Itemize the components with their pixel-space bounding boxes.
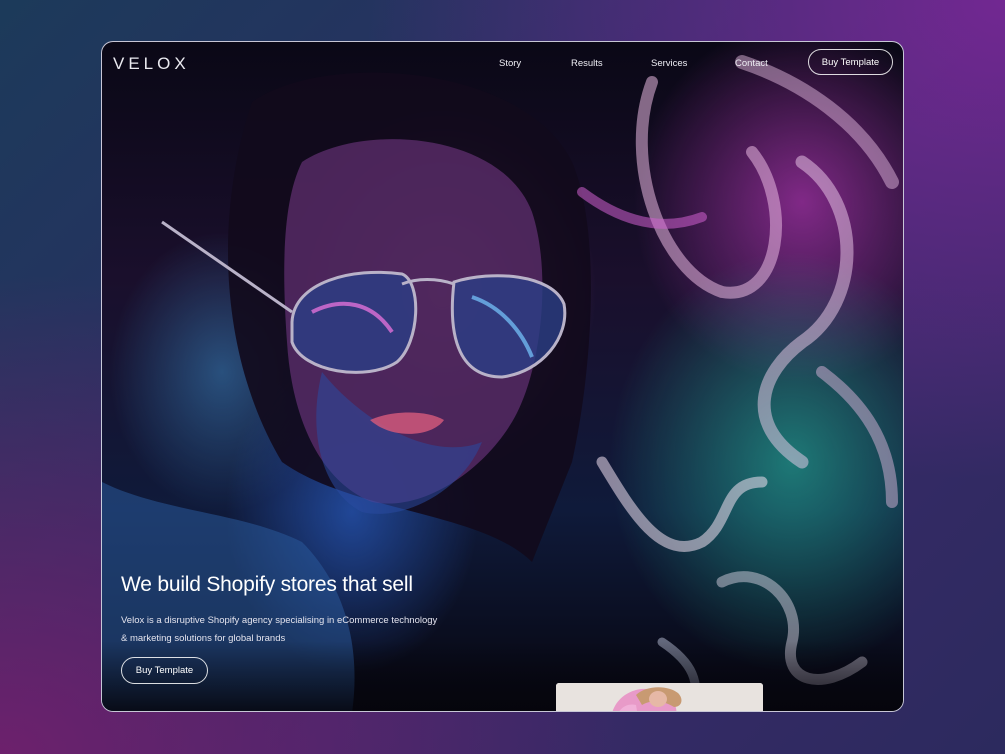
hero-subtitle-line-1: Velox is a disruptive Shopify agency spe… <box>121 615 438 626</box>
preview-photo <box>556 683 763 711</box>
brand-logo[interactable]: VELOX <box>113 54 190 74</box>
nav-link-results[interactable]: Results <box>571 58 603 69</box>
bottom-fade <box>102 641 903 711</box>
nav-link-services[interactable]: Services <box>651 58 687 69</box>
hero-subtitle: Velox is a disruptive Shopify agency spe… <box>121 612 481 648</box>
next-section-preview-card <box>556 683 763 711</box>
nav-link-contact[interactable]: Contact <box>735 58 768 69</box>
nav-buy-template-button[interactable]: Buy Template <box>808 49 893 75</box>
hero-buy-template-button[interactable]: Buy Template <box>121 657 208 684</box>
browser-frame: VELOX Story Results Services Contact Buy… <box>101 41 904 712</box>
neon-tubes-shape <box>577 55 899 711</box>
hero-title: We build Shopify stores that sell <box>121 573 413 596</box>
hero-subtitle-line-2: & marketing solutions for global brands <box>121 633 286 644</box>
nav-link-story[interactable]: Story <box>499 58 521 69</box>
